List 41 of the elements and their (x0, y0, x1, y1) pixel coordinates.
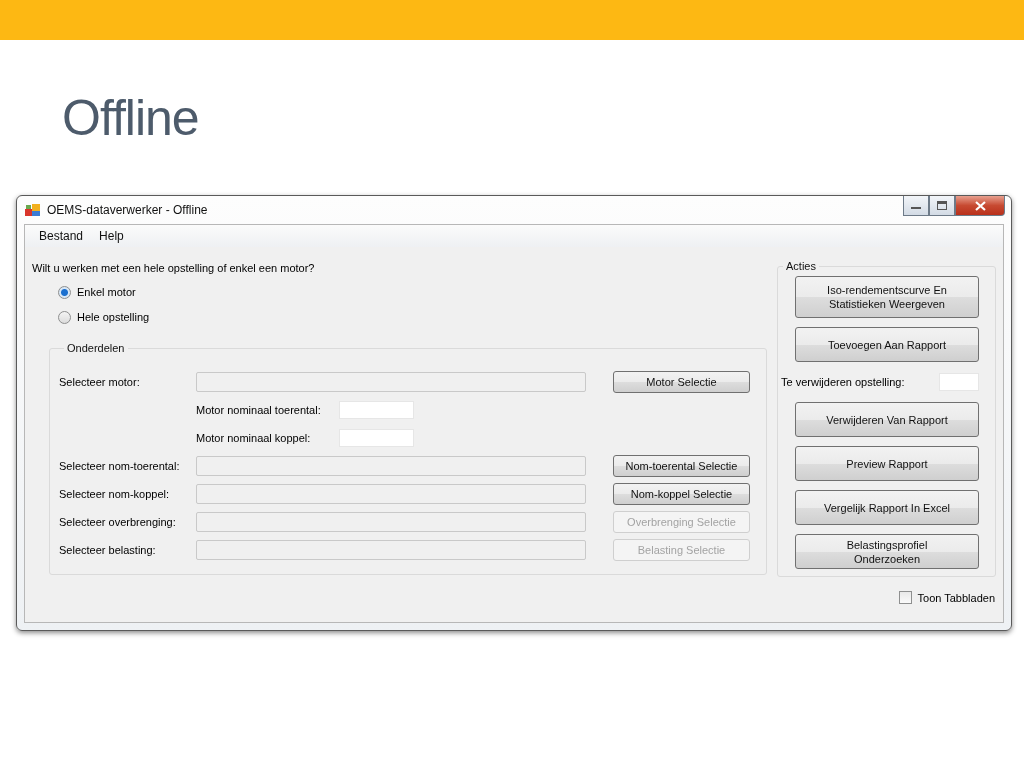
input-field[interactable] (339, 401, 414, 419)
field-label: Selecteer motor: (59, 376, 141, 388)
field-label: Motor nominaal koppel: (196, 432, 312, 444)
question-text: Wilt u werken met een hele opstelling of enkel een motor? (32, 262, 316, 276)
field-label: Selecteer overbrenging: (59, 516, 177, 528)
selection-field[interactable] (196, 484, 586, 504)
group-title: Onderdelen (66, 342, 126, 354)
field-label: Motor nominaal toerental: (196, 404, 322, 416)
action-button[interactable]: Verwijderen Van Rapport (795, 402, 979, 437)
radio-option[interactable]: Enkel motor (58, 283, 767, 301)
close-icon (974, 200, 986, 211)
group-title: Acties (785, 260, 817, 272)
action-button[interactable]: Toevoegen Aan Rapport (795, 327, 979, 362)
minimize-button[interactable] (903, 196, 929, 216)
close-button[interactable] (955, 196, 1005, 216)
action-button[interactable]: Belastingsprofiel Onderzoeken (795, 534, 979, 569)
select-button[interactable]: Motor Selectie (613, 371, 750, 393)
menu-item[interactable]: Bestand (31, 229, 92, 243)
action-button[interactable]: Preview Rapport (795, 446, 979, 481)
select-button[interactable]: Nom-koppel Selectie (613, 483, 750, 505)
selection-field[interactable] (196, 540, 586, 560)
maximize-icon (937, 201, 947, 210)
maximize-button[interactable] (929, 196, 955, 216)
select-button[interactable]: Nom-toerental Selectie (613, 455, 750, 477)
selection-field[interactable] (196, 372, 586, 392)
selection-field[interactable] (196, 456, 586, 476)
input-field[interactable] (339, 429, 414, 447)
field-label: Te verwijderen opstelling: (781, 376, 905, 388)
radio-option[interactable]: Hele opstelling (58, 308, 767, 326)
show-tabs-checkbox[interactable]: Toon Tabbladen (898, 591, 995, 604)
selection-field[interactable] (196, 512, 586, 532)
field-label: Selecteer belasting: (59, 544, 157, 556)
window-title: OEMS-dataverwerker - Offline (47, 203, 209, 217)
menu-item[interactable]: Help (91, 229, 132, 243)
slide-title: Offline (62, 90, 199, 146)
field-label: Selecteer nom-koppel: (59, 488, 171, 500)
input-field[interactable] (939, 373, 979, 391)
app-icon (25, 203, 41, 217)
action-button[interactable]: Iso-rendementscurve En Statistieken Weergeven (795, 276, 979, 318)
field-label: Selecteer nom-toerental: (59, 460, 181, 472)
action-button[interactable]: Vergelijk Rapport In Excel (795, 490, 979, 525)
